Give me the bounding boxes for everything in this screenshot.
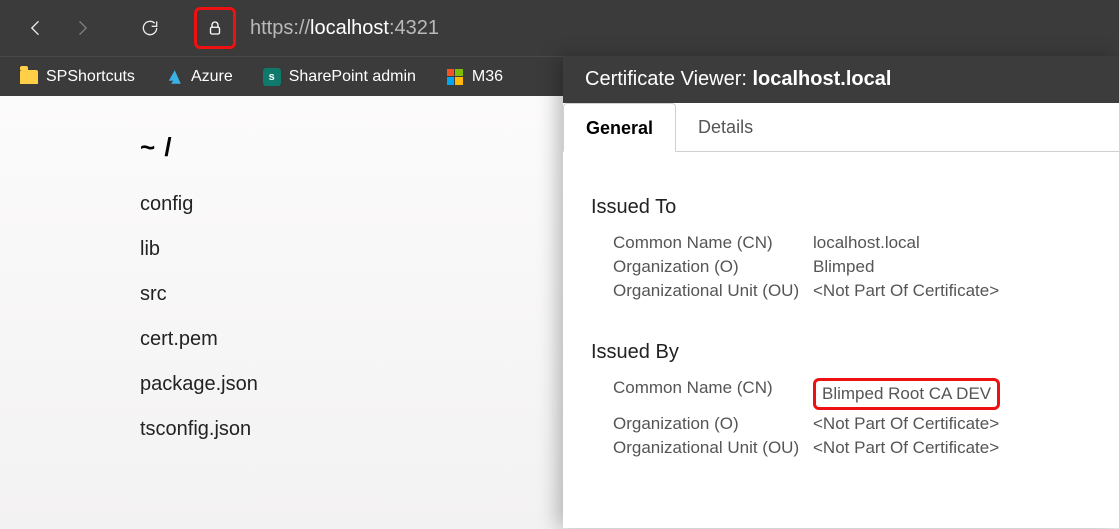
certificate-viewer: Certificate Viewer: localhost.local Gene… [563,56,1119,528]
cert-title-prefix: Certificate Viewer: [585,68,752,90]
bookmark-label: M36 [472,68,503,86]
dir-entry[interactable]: tsconfig.json [140,418,258,441]
field-label: Common Name (CN) [591,378,813,410]
cert-field-row: Common Name (CN) localhost.local [591,233,1091,253]
site-security-button[interactable] [194,7,236,49]
field-value: Blimped [813,257,874,277]
field-label: Organization (O) [591,414,813,434]
url-port: :4321 [389,17,439,40]
field-label: Organizational Unit (OU) [591,438,813,458]
back-button[interactable] [16,8,56,48]
url-scheme: https:// [250,17,310,40]
dir-entry[interactable]: package.json [140,373,258,396]
bookmark-spshortcuts[interactable]: SPShortcuts [12,64,143,90]
dir-entry[interactable]: cert.pem [140,328,258,351]
field-value: localhost.local [813,233,920,253]
field-value: <Not Part Of Certificate> [813,281,999,301]
field-value: <Not Part Of Certificate> [813,438,999,458]
folder-icon [20,70,38,84]
dir-entry[interactable]: src [140,283,258,306]
sharepoint-icon: s [263,68,281,86]
directory-heading: ~ / [140,132,258,163]
field-value: <Not Part Of Certificate> [813,414,999,434]
azure-icon [165,68,183,86]
cert-title-subject: localhost.local [752,68,891,90]
lock-icon [206,19,224,37]
bookmark-label: SPShortcuts [46,68,135,86]
bookmark-m365[interactable]: M36 [438,64,511,90]
cert-field-row: Organizational Unit (OU) <Not Part Of Ce… [591,281,1091,301]
cert-field-row: Organization (O) Blimped [591,257,1091,277]
url-text: https:// localhost :4321 [250,17,439,40]
bookmark-label: Azure [191,68,233,86]
field-label: Organizational Unit (OU) [591,281,813,301]
tab-details[interactable]: Details [676,103,775,151]
highlighted-value: Blimped Root CA DEV [813,378,1000,410]
cert-field-row: Organization (O) <Not Part Of Certificat… [591,414,1091,434]
directory-listing: ~ / config lib src cert.pem package.json… [140,132,258,463]
field-value: Blimped Root CA DEV [813,378,1000,410]
refresh-button[interactable] [130,8,170,48]
dir-entry[interactable]: lib [140,238,258,261]
certificate-viewer-title: Certificate Viewer: localhost.local [563,56,1119,103]
browser-toolbar: https:// localhost :4321 [0,0,1119,56]
cert-tabs: General Details [563,103,1119,152]
cert-field-row: Common Name (CN) Blimped Root CA DEV [591,378,1091,410]
bookmark-azure[interactable]: Azure [157,64,241,90]
field-label: Common Name (CN) [591,233,813,253]
url-host: localhost [310,17,389,40]
issued-by-heading: Issued By [591,341,1091,364]
dir-entry[interactable]: config [140,193,258,216]
address-bar[interactable]: https:// localhost :4321 [194,8,1119,48]
tab-general[interactable]: General [563,103,676,152]
field-label: Organization (O) [591,257,813,277]
forward-button[interactable] [62,8,102,48]
bookmark-label: SharePoint admin [289,68,416,86]
cert-field-row: Organizational Unit (OU) <Not Part Of Ce… [591,438,1091,458]
issued-to-heading: Issued To [591,196,1091,219]
bookmark-sharepoint-admin[interactable]: s SharePoint admin [255,64,424,90]
microsoft-icon [447,69,463,85]
